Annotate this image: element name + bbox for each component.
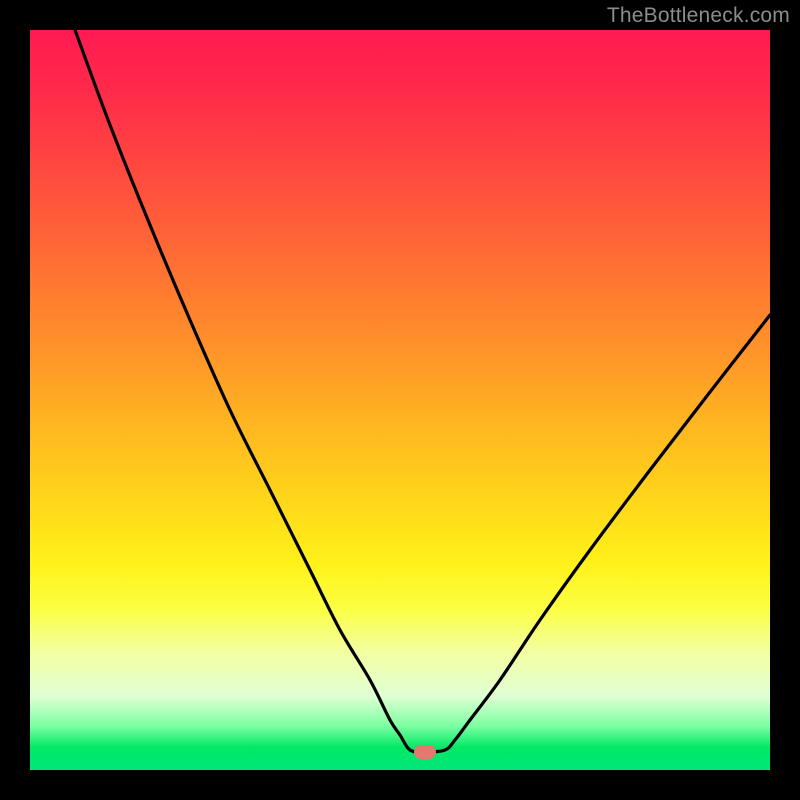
bottleneck-curve [30,30,770,770]
minimum-marker [414,745,436,759]
plot-area [30,30,770,770]
chart-canvas: TheBottleneck.com [0,0,800,800]
attribution-text: TheBottleneck.com [607,4,790,28]
curve-path [75,30,770,752]
